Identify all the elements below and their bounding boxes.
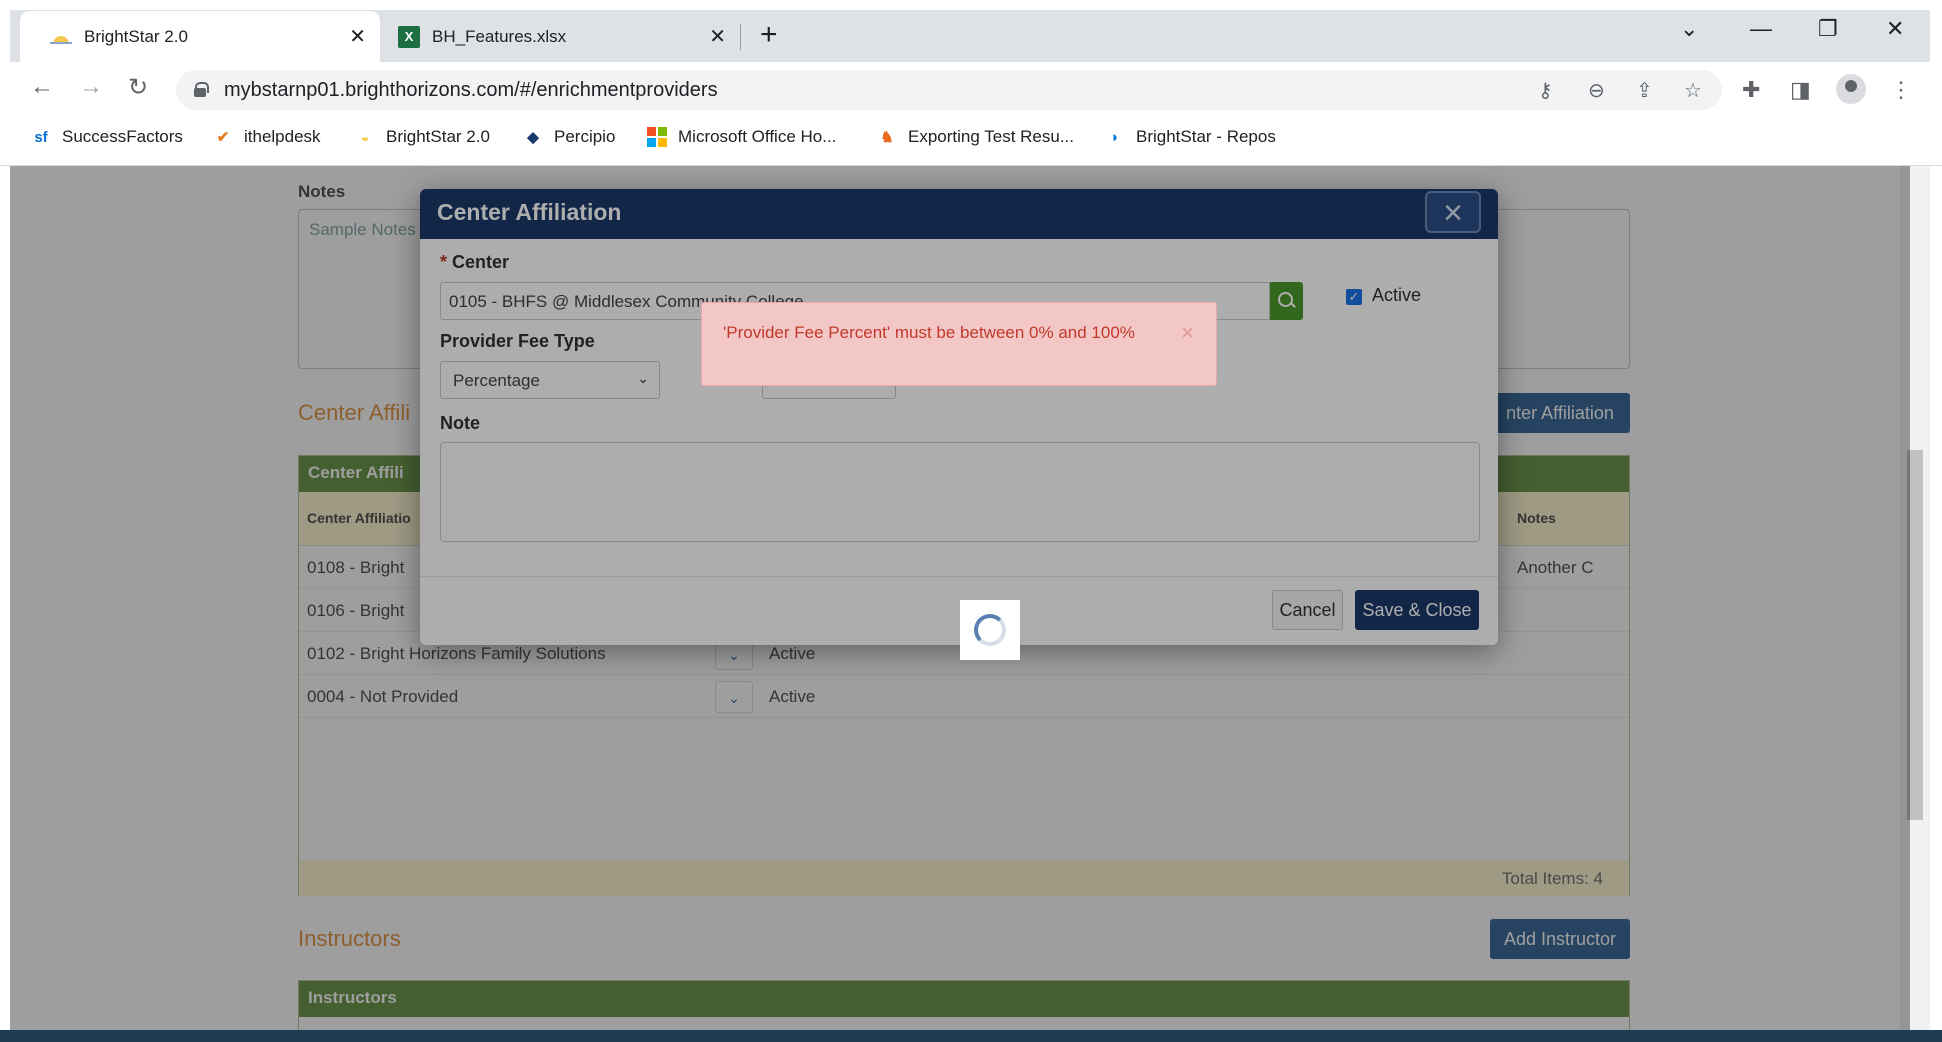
bookmark-exporting-test-results[interactable]: ♞ Exporting Test Resu...	[876, 126, 1074, 148]
bookmark-label: BrightStar 2.0	[386, 127, 490, 146]
close-icon[interactable]: ×	[1181, 322, 1194, 344]
reload-icon[interactable]: ↻	[128, 73, 148, 102]
bookmark-brightstar-repos[interactable]: ◗ BrightStar - Repos	[1104, 126, 1276, 148]
share-icon[interactable]: ⇪	[1636, 78, 1653, 103]
tab-bh-features[interactable]: X BH_Features.xlsx ✕	[380, 11, 740, 62]
url-text: mybstarnp01.brighthorizons.com/#/enrichm…	[224, 79, 718, 101]
fox-icon: ♞	[880, 129, 894, 146]
tab-title: BrightStar 2.0	[84, 26, 188, 46]
tab-separator	[740, 24, 741, 50]
lock-icon[interactable]	[194, 82, 209, 97]
percipio-icon: ◆	[527, 129, 539, 146]
bookmark-percipio[interactable]: ◆ Percipio	[522, 126, 615, 148]
browser-toolbar: ← → ↻ mybstarnp01.brighthorizons.com/#/e…	[0, 62, 1942, 116]
zoom-icon[interactable]: ⊖	[1588, 78, 1605, 103]
checkmark-icon: ✔	[216, 129, 230, 146]
profile-avatar[interactable]	[1836, 74, 1866, 104]
loading-indicator	[960, 600, 1020, 660]
brightstar-sun-icon: ◒	[360, 128, 370, 146]
browser-tab-bar: BrightStar 2.0 ✕ X BH_Features.xlsx ✕ + …	[0, 0, 1942, 62]
error-message: 'Provider Fee Percent' must be between 0…	[723, 323, 1135, 342]
brightstar-favicon-icon	[50, 30, 72, 44]
restore-icon[interactable]: ❐	[1818, 16, 1838, 42]
new-tab-icon[interactable]: +	[760, 19, 778, 51]
bookmark-label: ithelpdesk	[244, 127, 321, 146]
spinner-icon	[974, 614, 1006, 646]
tab-title: BH_Features.xlsx	[432, 26, 567, 46]
bookmark-microsoft-office[interactable]: Microsoft Office Ho...	[646, 126, 836, 148]
bookmark-label: Exporting Test Resu...	[908, 127, 1074, 146]
successfactors-icon: sf	[34, 128, 48, 146]
tab-brightstar[interactable]: BrightStar 2.0 ✕	[20, 11, 380, 62]
extensions-icon[interactable]: ✚	[1742, 77, 1760, 103]
minimize-icon[interactable]: —	[1750, 16, 1772, 42]
address-bar[interactable]: mybstarnp01.brighthorizons.com/#/enrichm…	[176, 70, 1722, 110]
side-panel-icon[interactable]: ◨	[1790, 77, 1811, 103]
validation-error-toast: 'Provider Fee Percent' must be between 0…	[701, 302, 1217, 386]
modal-loading-dim	[420, 189, 1498, 645]
tab-search-icon[interactable]: ⌄	[1680, 16, 1698, 42]
close-window-icon[interactable]: ✕	[1886, 16, 1904, 42]
azure-devops-icon: ◗	[1110, 128, 1120, 146]
excel-favicon-icon: X	[398, 25, 420, 48]
forward-icon[interactable]: →	[79, 73, 103, 101]
bookmark-ithelpdesk[interactable]: ✔ ithelpdesk	[212, 126, 321, 148]
bookmark-label: SuccessFactors	[62, 127, 183, 146]
close-tab-icon[interactable]: ✕	[709, 24, 726, 49]
bookmark-label: BrightStar - Repos	[1136, 127, 1276, 146]
bookmark-label: Percipio	[554, 127, 616, 146]
password-key-icon[interactable]: ⚷	[1538, 78, 1553, 103]
taskbar	[0, 1030, 1942, 1042]
bookmark-successfactors[interactable]: sf SuccessFactors	[30, 126, 183, 148]
bookmark-star-icon[interactable]: ☆	[1684, 78, 1702, 103]
back-icon[interactable]: ←	[30, 73, 54, 101]
bookmark-brightstar[interactable]: ◒ BrightStar 2.0	[354, 126, 490, 148]
close-tab-icon[interactable]: ✕	[349, 24, 366, 49]
bookmark-label: Microsoft Office Ho...	[678, 127, 837, 146]
microsoft-logo-icon	[646, 126, 668, 148]
bookmarks-bar: sf SuccessFactors ✔ ithelpdesk ◒ BrightS…	[0, 116, 1942, 166]
menu-icon[interactable]: ⋮	[1890, 77, 1912, 103]
